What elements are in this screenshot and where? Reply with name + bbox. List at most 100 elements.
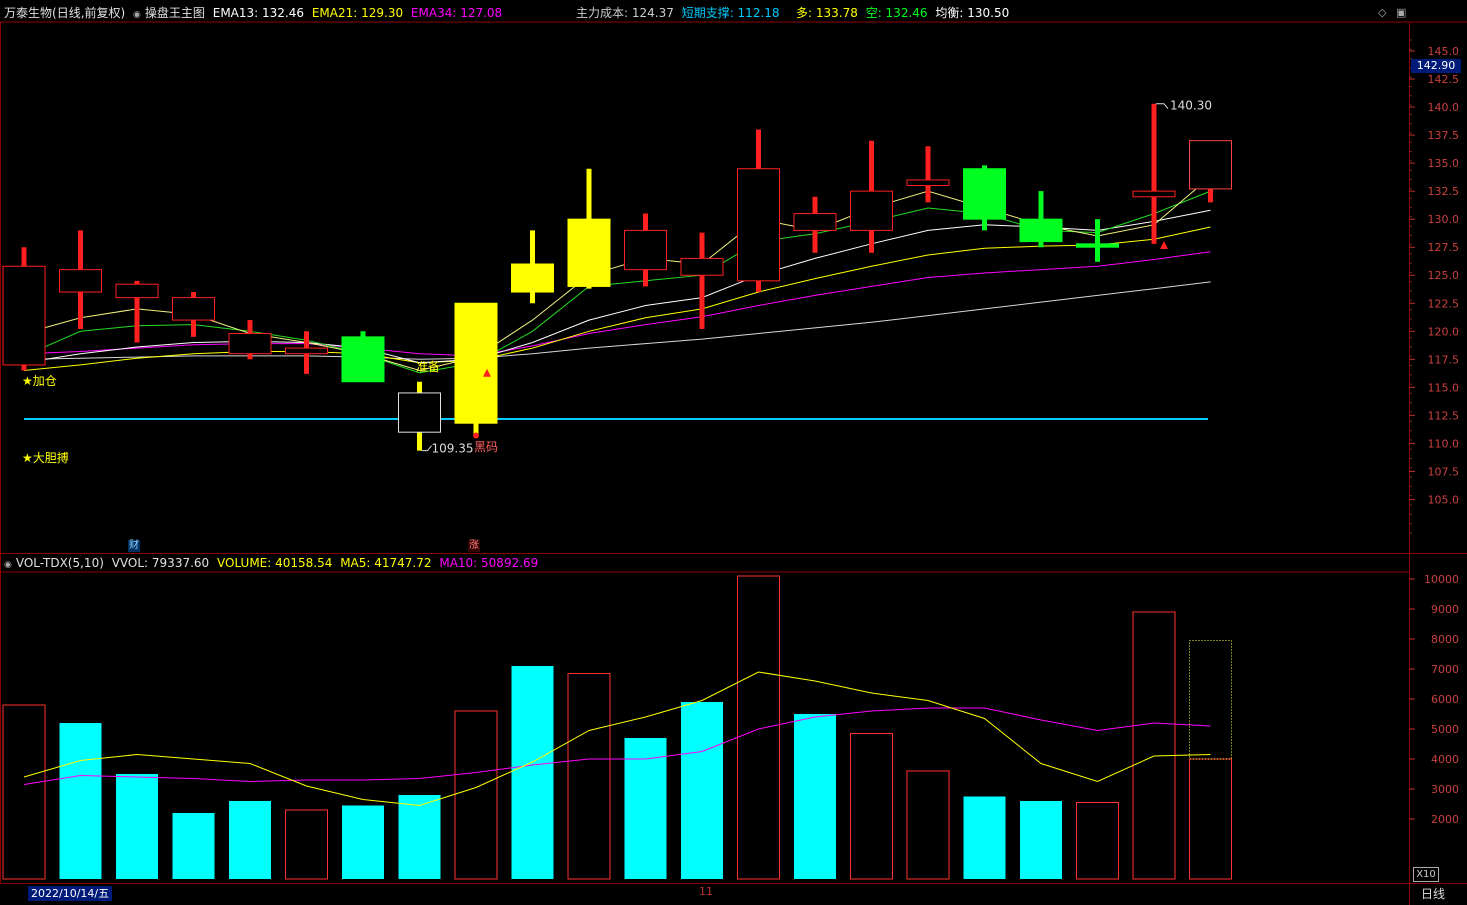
ma5-value: MA5: 41747.72 (340, 556, 432, 570)
limit-up-event-badge[interactable]: 涨 (468, 540, 480, 552)
stock-chart[interactable]: ★加仓★大胆搏准备黑码140.30109.35 105.0107.5110.01… (0, 0, 1467, 905)
candle (1019, 191, 1063, 248)
price-tick-label: 132.5 (1428, 185, 1460, 198)
period-info: (日线,前复权) (52, 6, 126, 20)
candle-body (511, 263, 554, 293)
volume-ma10-line (23, 707, 1211, 785)
candle-body (624, 229, 667, 271)
candle (793, 196, 837, 253)
candle-body (1132, 190, 1176, 198)
volume-tick-label: 4000 (1431, 753, 1459, 766)
price-tick-label: 122.5 (1428, 297, 1460, 310)
volume-panel[interactable] (2, 575, 1232, 880)
low-price-label: 109.35 (432, 442, 474, 456)
ema21-value: EMA21: 129.30 (311, 6, 404, 20)
candle (624, 213, 667, 287)
price-tick-label: 137.5 (1428, 129, 1460, 142)
candle (228, 320, 272, 360)
period-tab[interactable]: 日线 (1421, 886, 1445, 902)
dropdown-icon[interactable]: ◉ (133, 10, 141, 20)
candle (454, 302, 498, 435)
dadanbo-signal: ★大胆搏 (22, 451, 69, 465)
candle (963, 165, 1006, 231)
balance-value: 均衡: 130.50 (935, 6, 1010, 20)
volume-bar (681, 702, 723, 879)
candle-body (567, 218, 611, 287)
dropdown-icon[interactable]: ◉ (4, 560, 12, 570)
ema34-value: EMA34: 127.08 (410, 6, 503, 20)
volume-bar (794, 714, 836, 879)
volume-tick-label: 5000 (1431, 723, 1459, 736)
indicator-name[interactable]: 操盘王主图 (145, 6, 205, 20)
cost-support-header: 主力成本: 124.37 短期支撑: 112.18 (576, 4, 784, 22)
bull-bear-header: 多: 133.78 空: 132.46 均衡: 130.50 (796, 4, 1013, 22)
volume-bar (285, 809, 328, 880)
stock-name[interactable]: 万泰生物 (4, 6, 52, 20)
estimated-volume-bar (1189, 640, 1232, 760)
vol-indicator-name[interactable]: VOL-TDX(5,10) (16, 556, 104, 570)
price-tick-label: 112.5 (1428, 409, 1460, 422)
jiacang-signal: ★加仓 (22, 374, 57, 388)
maximize-icon[interactable]: ▣ (1396, 6, 1406, 19)
zhunbei-signal: 准备 (416, 360, 440, 374)
high-pointer (1156, 103, 1169, 110)
diamond-icon[interactable]: ◇ (1378, 6, 1386, 19)
candle (1076, 219, 1119, 262)
volume-tick-label: 2000 (1431, 813, 1459, 826)
candle-body (454, 302, 498, 424)
price-tick-label: 135.0 (1428, 157, 1460, 170)
volume-bar (398, 795, 441, 879)
heima-signal: 黑码 (474, 440, 498, 454)
volume-bar (172, 813, 215, 879)
volume-bar (1132, 611, 1176, 880)
volume-tick-label: 3000 (1431, 783, 1459, 796)
candle-body (793, 213, 837, 231)
date-badge: 2022/10/14/五 (28, 886, 113, 901)
candle-body (172, 297, 215, 321)
candle-body (1076, 243, 1119, 248)
candle (398, 381, 441, 451)
candle-body (398, 392, 441, 433)
price-tick-label: 107.5 (1428, 465, 1460, 478)
buy-triangle (1160, 240, 1168, 249)
candle-body (115, 283, 159, 299)
candle-body (680, 257, 724, 276)
candle (172, 292, 215, 337)
price-tick-label: 130.0 (1428, 213, 1460, 226)
candle-body (737, 168, 780, 282)
volume-ma5-line (23, 671, 1211, 807)
candle (511, 230, 554, 304)
candle-body (285, 347, 328, 355)
price-tick-label: 125.0 (1428, 269, 1460, 282)
current-price-badge: 142.90 (1411, 59, 1461, 73)
fast-trend-line (23, 176, 1211, 372)
candle-body (963, 168, 1006, 220)
price-panel[interactable]: ★加仓 ★大胆搏 准备黑码 140.30 109.35 (2, 99, 1232, 465)
price-tick-label: 120.0 (1428, 325, 1460, 338)
volume-bar (342, 805, 384, 879)
candle (680, 232, 724, 330)
main-indicator-header: 万泰生物(日线,前复权) ◉ 操盘王主图 EMA13: 132.46 EMA21:… (4, 4, 506, 22)
volume-tick-label: 8000 (1431, 633, 1459, 646)
volume-bar (567, 673, 611, 880)
volume-unit-badge: X10 (1413, 867, 1439, 882)
finance-event-badge[interactable]: 财 (128, 540, 140, 552)
volume-bar (1020, 801, 1062, 879)
candle (341, 331, 385, 383)
price-tick-label: 145.0 (1428, 45, 1460, 58)
volume-indicator-header: ◉ VOL-TDX(5,10) VVOL: 79337.60 VOLUME: 40… (4, 554, 542, 572)
candle (2, 247, 46, 371)
volume-bar (59, 723, 102, 879)
price-tick-label: 142.5 (1428, 73, 1460, 86)
volume-tick-label: 9000 (1431, 603, 1459, 616)
price-tick-label: 140.0 (1428, 101, 1460, 114)
vvol-value: VVOL: 79337.60 (111, 556, 210, 570)
price-tick-label: 117.5 (1428, 353, 1460, 366)
candle (1132, 103, 1176, 244)
candle-body (341, 336, 385, 383)
volume-bar (906, 770, 950, 880)
volume-bar (1189, 758, 1232, 880)
volume-bar (229, 801, 271, 879)
volume-bar (2, 704, 46, 880)
signal-dot (473, 432, 479, 439)
